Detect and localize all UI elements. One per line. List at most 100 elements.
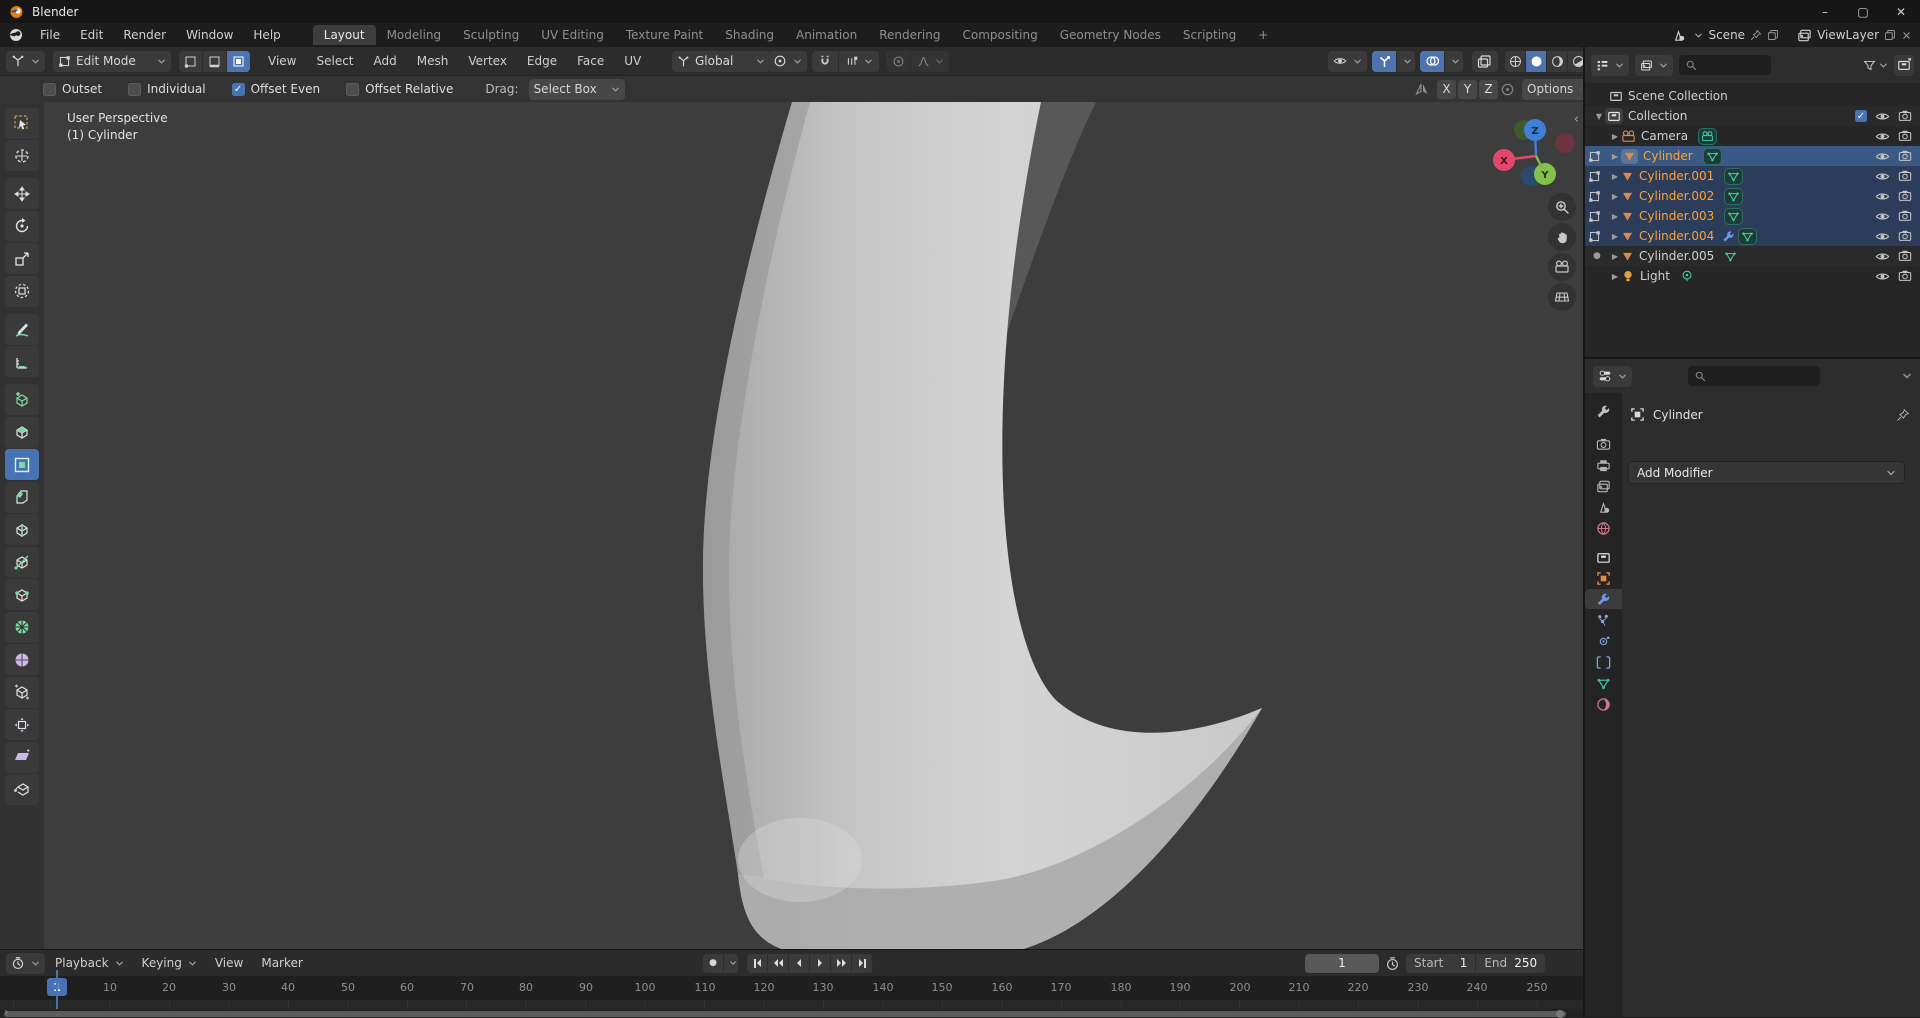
outliner-row-cylinder[interactable]: ▶ Cylinder (1585, 146, 1920, 166)
collection-exclude-checkbox[interactable]: ✓ (1855, 110, 1867, 122)
play-button[interactable] (810, 954, 831, 973)
show-overlays-button[interactable] (1420, 51, 1445, 72)
vertex-select-button[interactable] (179, 51, 203, 72)
toggle-orthographic-button[interactable] (1548, 283, 1576, 311)
mesh-data-icon[interactable] (1724, 208, 1743, 225)
menu-add[interactable]: Add (364, 51, 407, 71)
outliner-row-camera[interactable]: ▶ Camera (1585, 126, 1920, 146)
workspace-tab-layout[interactable]: Layout (313, 25, 376, 45)
tool-measure[interactable] (5, 346, 39, 377)
workspace-tab-animation[interactable]: Animation (785, 25, 868, 45)
minimize-button[interactable]: – (1806, 0, 1844, 23)
blender-icon[interactable] (8, 28, 24, 42)
expand-arrow-icon[interactable]: ▶ (1609, 272, 1621, 281)
mesh-cylinder-render[interactable] (0, 102, 1583, 949)
hide-in-viewport-eye-icon[interactable] (1875, 249, 1890, 264)
hide-in-viewport-eye-icon[interactable] (1875, 189, 1890, 204)
toggle-xray-button[interactable] (1472, 51, 1498, 72)
mesh-data-icon[interactable] (1724, 168, 1743, 185)
menu-view[interactable]: View (258, 51, 306, 71)
shading-wireframe-button[interactable] (1505, 51, 1526, 72)
jump-to-end-button[interactable] (852, 954, 873, 973)
tab-object-data[interactable] (1585, 673, 1622, 693)
disable-in-render-camera-icon[interactable] (1898, 149, 1912, 163)
tab-material[interactable] (1585, 694, 1622, 714)
expand-arrow-icon[interactable]: ▶ (1609, 192, 1621, 201)
tab-world[interactable] (1585, 518, 1622, 538)
mirror-y-button[interactable]: Y (1458, 80, 1477, 99)
hide-in-viewport-eye-icon[interactable] (1875, 169, 1890, 184)
menu-help[interactable]: Help (243, 25, 290, 45)
tab-object[interactable] (1585, 568, 1622, 588)
tool-cursor[interactable] (5, 140, 39, 171)
close-button[interactable]: ✕ (1882, 0, 1920, 23)
expand-arrow-icon[interactable]: ▶ (1609, 212, 1621, 221)
offset-even-checkbox[interactable]: ✓ (232, 83, 245, 96)
show-object-types-button[interactable] (1328, 51, 1367, 72)
workspace-tab-uv-editing[interactable]: UV Editing (530, 25, 615, 45)
zoom-view-button[interactable] (1548, 193, 1576, 221)
checkbox-individual[interactable]: Individual (128, 82, 205, 96)
tool-bevel[interactable] (5, 482, 39, 513)
tool-shrink-fatten[interactable] (5, 709, 39, 740)
disable-in-render-camera-icon[interactable] (1898, 249, 1912, 263)
mirror-x-button[interactable]: X (1437, 80, 1456, 99)
menu-mesh[interactable]: Mesh (407, 51, 459, 71)
tool-transform[interactable] (5, 276, 39, 307)
checkbox-offset-even[interactable]: ✓ Offset Even (232, 82, 321, 96)
outliner-row-cylinder-004[interactable]: ▶ Cylinder.004 (1585, 226, 1920, 246)
camera-data-icon[interactable] (1698, 128, 1717, 145)
expand-arrow-icon[interactable]: ▶ (1609, 152, 1621, 161)
shading-material-button[interactable] (1547, 51, 1568, 72)
disable-in-render-camera-icon[interactable] (1898, 109, 1912, 123)
workspace-tab-modeling[interactable]: Modeling (376, 25, 453, 45)
tab-render[interactable] (1585, 434, 1622, 454)
tool-tweak-select[interactable] (5, 108, 39, 139)
pin-icon[interactable] (1896, 408, 1910, 422)
checkbox-outset[interactable]: Outset (43, 82, 102, 96)
expand-panel-arrow[interactable]: › (4, 1005, 8, 1018)
tool-loop-cut[interactable] (5, 514, 39, 545)
properties-filter-chevron-icon[interactable] (1902, 371, 1912, 381)
tab-particles[interactable] (1585, 610, 1622, 630)
transform-orientation-selector[interactable]: Global (672, 51, 770, 72)
workspace-tab-geometry-nodes[interactable]: Geometry Nodes (1049, 25, 1172, 45)
tab-view-layer[interactable] (1585, 476, 1622, 496)
tab-collection[interactable] (1585, 547, 1622, 567)
workspace-tab-compositing[interactable]: Compositing (951, 25, 1048, 45)
scene-icon[interactable] (1671, 28, 1686, 43)
tool-move[interactable] (5, 178, 39, 209)
tool-extrude-region[interactable] (5, 417, 39, 448)
outliner-display-mode-button[interactable] (1635, 55, 1673, 76)
outliner-row-cylinder-003[interactable]: ▶ Cylinder.003 (1585, 206, 1920, 226)
tool-poly-build[interactable] (5, 579, 39, 610)
tool-edge-slide[interactable] (5, 677, 39, 708)
outliner-row-collection[interactable]: ▼ Collection ✓ (1585, 106, 1920, 126)
unpin-scene-icon[interactable] (1750, 29, 1762, 41)
tool-smooth[interactable] (5, 644, 39, 675)
auto-key-options-chevron[interactable] (724, 954, 739, 973)
mesh-data-icon[interactable] (1724, 188, 1743, 205)
workspace-tab-rendering[interactable]: Rendering (868, 25, 951, 45)
remove-view-layer-icon[interactable] (1901, 30, 1912, 41)
disable-in-render-camera-icon[interactable] (1898, 229, 1912, 243)
tab-physics[interactable] (1585, 631, 1622, 651)
tool-annotate[interactable] (5, 314, 39, 345)
disable-in-render-camera-icon[interactable] (1898, 209, 1912, 223)
drag-mode-selector[interactable]: Select Box (529, 79, 625, 100)
outliner-search-input[interactable] (1679, 55, 1771, 75)
outliner-row-cylinder-002[interactable]: ▶ Cylinder.002 (1585, 186, 1920, 206)
viewport-3d[interactable]: User Perspective (1) Cylinder ‹ Z X Y (0, 102, 1583, 949)
menu-view[interactable]: View (207, 953, 251, 973)
mesh-data-icon[interactable] (1724, 250, 1737, 263)
show-gizmo-button[interactable] (1372, 51, 1397, 72)
previous-keyframe-button[interactable] (768, 954, 789, 973)
menu-keying[interactable]: Keying (134, 953, 205, 973)
hide-in-viewport-eye-icon[interactable] (1875, 129, 1890, 144)
scrollbar-handle[interactable] (4, 1011, 1566, 1017)
tool-shear[interactable] (5, 742, 39, 773)
auto-key-record-button[interactable]: ● (703, 954, 724, 973)
tool-spin[interactable] (5, 612, 39, 643)
scene-browse-chevron-icon[interactable] (1694, 31, 1703, 40)
tab-modifiers[interactable] (1585, 589, 1622, 609)
